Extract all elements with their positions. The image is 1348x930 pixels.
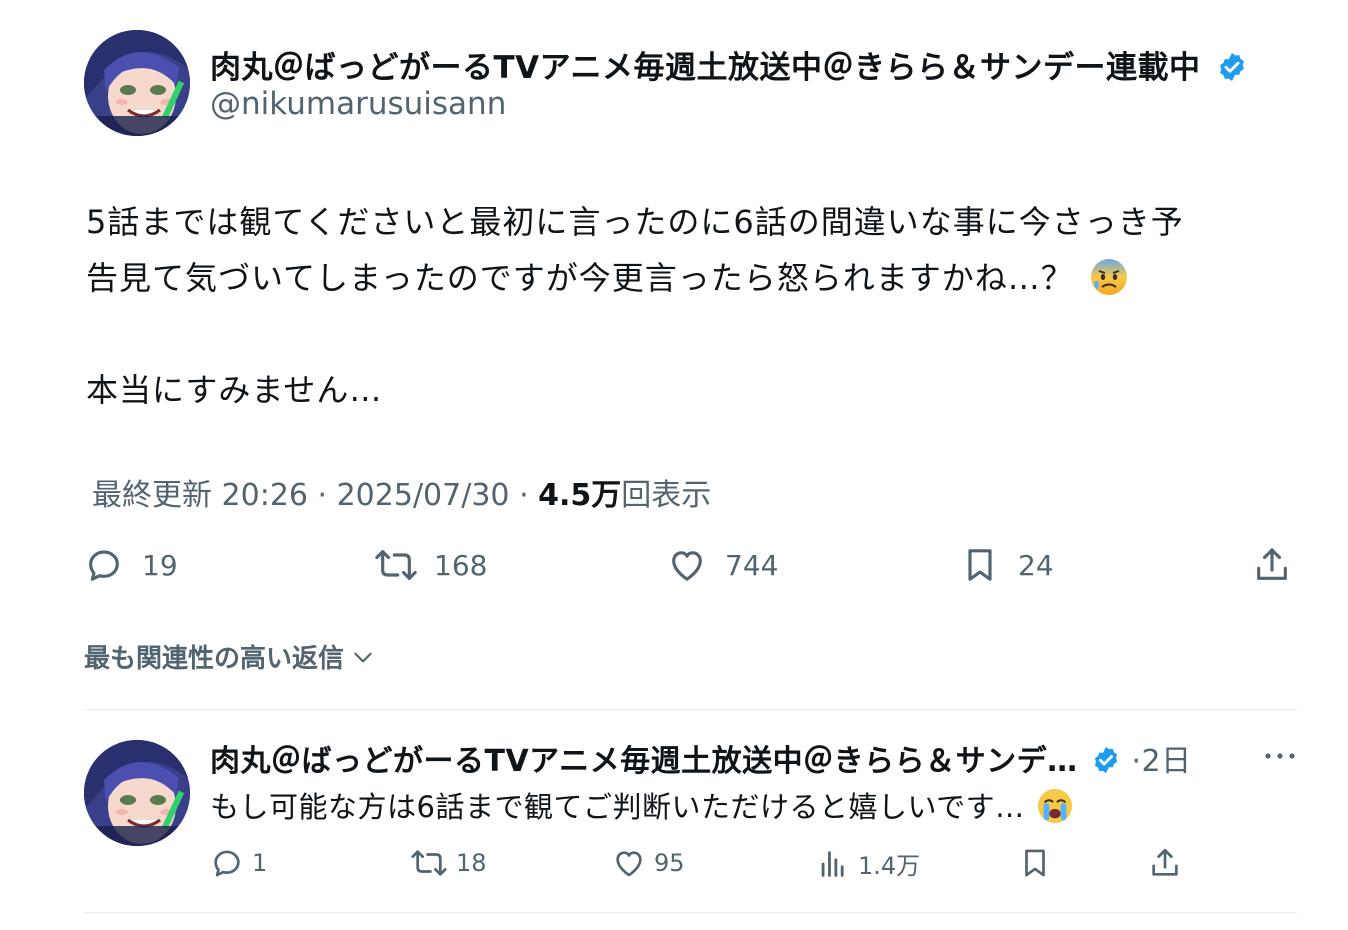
tweet-text-line-2: 告見て気づいてしまったのですが今更言ったら怒られますかね…？ xyxy=(86,250,1184,306)
reply-text: もし可能な方は6話まで観てご判断いただけると嬉しいです… xyxy=(210,784,1074,826)
anime-girl-avatar-icon xyxy=(84,740,190,846)
reply-author-avatar[interactable] xyxy=(84,740,190,846)
retweet-icon xyxy=(375,550,417,580)
anime-girl-avatar-icon xyxy=(84,30,190,136)
views-count: 4.5万 xyxy=(538,478,622,513)
verified-badge-icon xyxy=(1094,746,1117,774)
reply-reply-count: 1 xyxy=(252,849,268,877)
reply-retweet-count: 18 xyxy=(456,849,487,877)
reply-icon xyxy=(89,550,119,581)
divider-top xyxy=(84,709,1297,710)
views-label: 回表示 xyxy=(621,478,712,513)
share-icon xyxy=(1152,848,1178,876)
bookmark-icon xyxy=(1025,849,1045,877)
heart-icon xyxy=(672,551,702,581)
timestamp-link[interactable]: 最終更新 20:26 · 2025/07/30 xyxy=(92,478,510,513)
loudly-crying-face-icon xyxy=(1038,788,1073,824)
tweet-text-line-2-text: 告見て気づいてしまったのですが今更言ったら怒られますかね…？ xyxy=(86,259,1074,297)
replies-sort-label: 最も関連性の高い返信 xyxy=(84,644,345,674)
anxious-face-with-sweat-icon xyxy=(1090,259,1127,295)
retweet-button[interactable]: 168 xyxy=(374,545,487,585)
reply-icon xyxy=(214,850,240,877)
bookmark-button[interactable]: 24 xyxy=(960,545,1054,585)
reply-author-row: 肉丸＠ばっどがーるTVアニメ毎週土放送中＠きらら＆サンデ… ·2日 xyxy=(210,736,1192,780)
author-name[interactable]: 肉丸＠ばっどがーるTVアニメ毎週土放送中＠きらら＆サンデー連載中 xyxy=(210,42,1248,87)
tweet-meta: 最終更新 20:26 · 2025/07/30 · 4.5万回表示 xyxy=(92,470,711,514)
more-dots-icon xyxy=(1265,753,1295,759)
reply-time[interactable]: ·2日 xyxy=(1132,744,1192,779)
reply-bookmark-button[interactable] xyxy=(1018,846,1052,880)
retweet-count: 168 xyxy=(434,548,488,582)
like-button[interactable]: 744 xyxy=(667,545,778,585)
share-icon xyxy=(1257,548,1287,580)
reply-like-button[interactable]: 95 xyxy=(612,846,685,880)
reply-share-button[interactable] xyxy=(1148,846,1182,880)
share-button[interactable] xyxy=(1252,545,1292,585)
reply-reply-button[interactable]: 1 xyxy=(210,846,267,880)
divider-bottom xyxy=(84,912,1297,913)
reply-count: 19 xyxy=(142,548,178,582)
reply-button[interactable]: 19 xyxy=(84,545,178,585)
reply-views-button[interactable]: 1.4万 xyxy=(816,846,920,881)
replies-sort-dropdown[interactable]: 最も関連性の高い返信 xyxy=(84,638,376,675)
reply-author-name[interactable]: 肉丸＠ばっどがーるTVアニメ毎週土放送中＠きらら＆サンデ… xyxy=(210,744,1078,779)
retweet-icon xyxy=(411,850,447,876)
more-options-button[interactable] xyxy=(1262,744,1298,772)
author-avatar[interactable] xyxy=(84,30,190,136)
tweet-text-line-3: 本当にすみません… xyxy=(86,371,383,409)
tweet-text-line-1: 5話までは観てくださいと最初に言ったのに6話の間違いな事に今さっき予 xyxy=(86,203,1184,241)
verified-badge-icon xyxy=(1219,53,1244,81)
reply-text-content: もし可能な方は6話まで観てご判断いただけると嬉しいです… xyxy=(210,790,1025,824)
reply-retweet-button[interactable]: 18 xyxy=(410,846,487,880)
meta-separator: · xyxy=(519,478,539,513)
tweet-text: 5話までは観てくださいと最初に言ったのに6話の間違いな事に今さっき予 告見て気づ… xyxy=(86,194,1184,418)
bar-chart-icon xyxy=(821,850,844,877)
author-display-name[interactable]: 肉丸＠ばっどがーるTVアニメ毎週土放送中＠きらら＆サンデー連載中 xyxy=(210,50,1201,86)
reply-like-count: 95 xyxy=(654,849,685,877)
chevron-down-icon xyxy=(354,652,372,662)
author-handle[interactable]: @nikumarusuisann xyxy=(210,86,506,122)
bookmark-count: 24 xyxy=(1018,548,1054,582)
like-count: 744 xyxy=(725,548,779,582)
heart-icon xyxy=(616,851,642,877)
reply-views-count: 1.4万 xyxy=(858,852,921,880)
bookmark-icon xyxy=(968,549,992,581)
